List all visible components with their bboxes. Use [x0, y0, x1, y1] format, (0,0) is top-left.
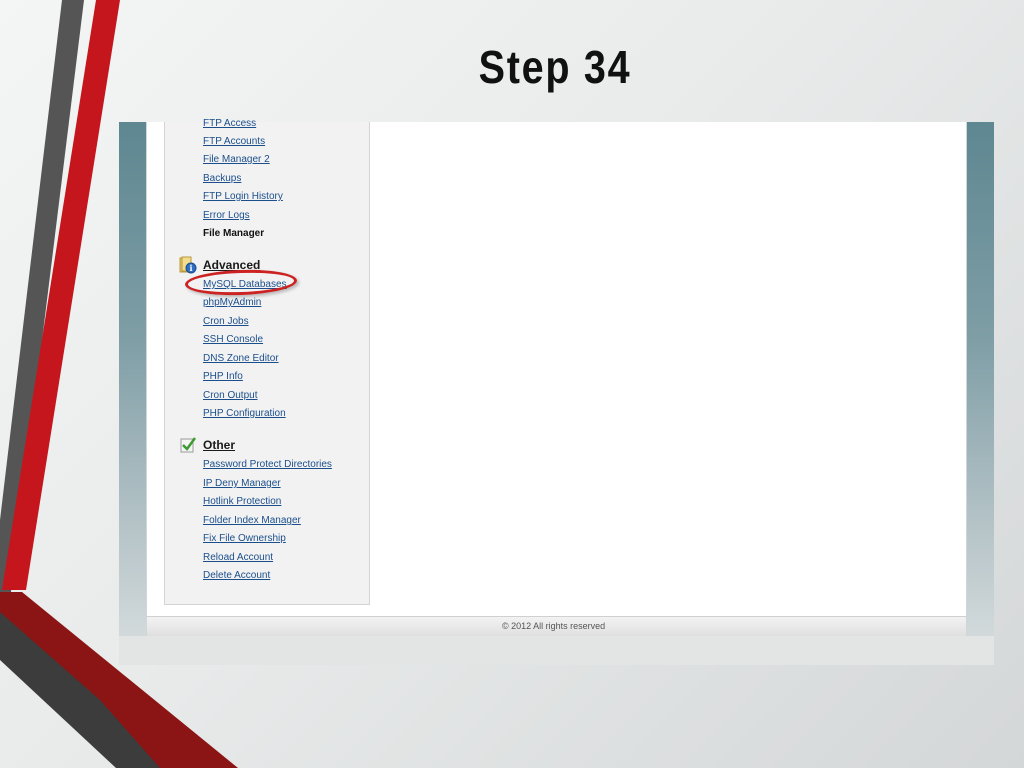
checklist-icon [180, 437, 197, 453]
svg-text:i: i [189, 263, 192, 273]
sidebar-item-ftp-accounts[interactable]: FTP Accounts [203, 136, 265, 147]
sidebar-item-file-manager[interactable]: File Manager [203, 228, 264, 239]
sidebar-item-php-configuration[interactable]: PHP Configuration [203, 408, 286, 419]
screenshot-bottom-band [119, 636, 994, 665]
sidebar-item-hotlink-protection[interactable]: Hotlink Protection [203, 496, 281, 507]
sidebar-item-cron-jobs[interactable]: Cron Jobs [203, 316, 249, 327]
sidebar-item-cron-output[interactable]: Cron Output [203, 390, 257, 401]
sidebar-item-file-manager-2[interactable]: File Manager 2 [203, 154, 270, 165]
control-panel-page: FTP Access FTP Accounts File Manager 2 B… [146, 118, 967, 637]
sidebar-item-ip-deny-manager[interactable]: IP Deny Manager [203, 478, 281, 489]
sidebar-item-phpmyadmin[interactable]: phpMyAdmin [203, 297, 261, 308]
screenshot-frame: FTP Access FTP Accounts File Manager 2 B… [119, 118, 994, 665]
sidebar-item-password-protect-directories[interactable]: Password Protect Directories [203, 459, 332, 470]
sidebar-item-delete-account[interactable]: Delete Account [203, 570, 270, 581]
sidebar-item-ftp-access[interactable]: FTP Access [203, 118, 256, 129]
sidebar-item-reload-account[interactable]: Reload Account [203, 552, 273, 563]
sidebar-item-dns-zone-editor[interactable]: DNS Zone Editor [203, 353, 279, 364]
sidebar-item-php-info[interactable]: PHP Info [203, 371, 243, 382]
sidebar-item-ftp-login-history[interactable]: FTP Login History [203, 191, 283, 202]
section-heading-other[interactable]: Other [203, 438, 235, 452]
sidebar-item-folder-index-manager[interactable]: Folder Index Manager [203, 515, 301, 526]
folder-info-icon: i [179, 256, 197, 274]
sidebar-item-ssh-console[interactable]: SSH Console [203, 334, 263, 345]
sidebar-item-backups[interactable]: Backups [203, 173, 241, 184]
copyright-text: © 2012 All rights reserved [502, 621, 606, 631]
highlight-oval [184, 268, 298, 297]
sidebar-item-error-logs[interactable]: Error Logs [203, 210, 250, 221]
page-footer: © 2012 All rights reserved [147, 616, 966, 637]
sidebar-item-fix-file-ownership[interactable]: Fix File Ownership [203, 533, 286, 544]
slide-title: Step 34 [478, 41, 632, 93]
sidebar: FTP Access FTP Accounts File Manager 2 B… [164, 118, 370, 605]
